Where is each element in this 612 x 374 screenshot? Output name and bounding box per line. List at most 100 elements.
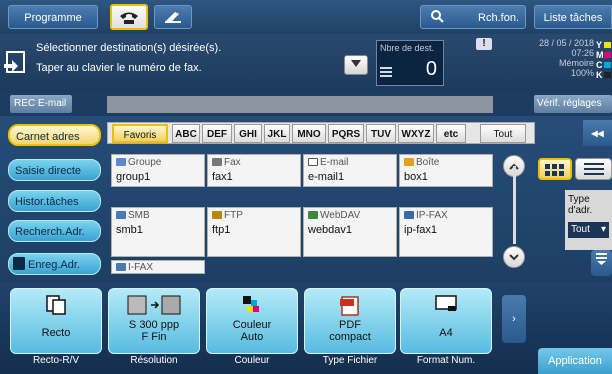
tab-pqrs[interactable]: PQRS: [328, 124, 364, 143]
chevron-down-icon: ▾: [600, 224, 606, 235]
nav-register-address-label: Enreg.Adr.: [28, 259, 80, 271]
address-card-smb1[interactable]: SMB smb1: [111, 207, 205, 257]
color-label: Couleur: [234, 355, 270, 366]
scan-size-button[interactable]: A4: [400, 288, 492, 354]
next-functions-button[interactable]: ›: [502, 295, 526, 343]
fax-icon: [212, 158, 222, 166]
duplex-button[interactable]: Recto: [10, 288, 102, 354]
card-name: group1: [116, 171, 151, 183]
tab-tout[interactable]: Tout: [480, 124, 526, 143]
file-type-value: PDF compact: [329, 319, 371, 343]
duplex-value: Recto: [41, 327, 71, 339]
color-value: Couleur Auto: [232, 319, 272, 343]
toner-letter: K: [596, 70, 603, 80]
ftp-icon: [212, 211, 222, 219]
instruction-line-2: Taper au clavier le numéro de fax.: [36, 62, 202, 74]
toner-level-bar: [604, 52, 611, 58]
card-type: Boîte: [416, 157, 440, 168]
toner-indicator: C: [596, 60, 611, 70]
collapse-panel-button[interactable]: ◂◂: [583, 120, 612, 146]
address-card-ftp1[interactable]: FTP ftp1: [207, 207, 301, 257]
address-card-fax1[interactable]: Fax fax1: [207, 154, 301, 187]
programme-button[interactable]: Programme: [8, 5, 98, 29]
fax-mode-tab[interactable]: [110, 4, 148, 30]
address-card-group1[interactable]: Groupe group1: [111, 154, 205, 187]
address-card-ifax[interactable]: I-FAX: [111, 260, 205, 274]
box-icon: [404, 158, 414, 166]
toner-indicator: M: [596, 50, 611, 60]
address-type-filter[interactable]: Type d'adr. Tout ▾: [565, 190, 612, 250]
ip-fax-icon: [404, 211, 414, 219]
card-name: webdav1: [308, 224, 353, 236]
color-icon: [243, 296, 259, 312]
resolution-button[interactable]: S 300 ppp F Fin: [108, 288, 200, 354]
scanner-icon: [165, 12, 181, 23]
card-name: e-mail1: [308, 171, 345, 183]
tab-wxyz[interactable]: WXYZ: [398, 124, 434, 143]
destination-entry-field[interactable]: [107, 96, 493, 113]
paper-size-icon: [435, 295, 457, 311]
address-card-ipfax1[interactable]: IP-FAX ip-fax1: [399, 207, 493, 257]
nav-job-history[interactable]: Histor.tâches: [8, 190, 101, 212]
grid-view-button[interactable]: [538, 158, 572, 180]
list-view-icon: [584, 163, 604, 175]
list-view-button[interactable]: [575, 158, 612, 180]
register-icon: [13, 257, 25, 270]
application-button[interactable]: Application: [538, 348, 612, 374]
tab-favoris[interactable]: Favoris: [112, 124, 168, 143]
card-name: ftp1: [212, 224, 231, 236]
card-type: I-FAX: [128, 262, 154, 273]
card-type: FTP: [224, 210, 243, 221]
grid-icon: [545, 164, 564, 176]
tab-etc[interactable]: etc: [436, 124, 466, 143]
chevron-down-icon: [351, 60, 361, 67]
scrollbar-track[interactable]: [513, 166, 516, 244]
verify-settings-button[interactable]: Vérif. réglages: [534, 95, 612, 113]
tab-mno[interactable]: MNO: [292, 124, 326, 143]
address-card-box1[interactable]: Boîte box1: [399, 154, 493, 187]
nav-address-book[interactable]: Carnet adres: [8, 124, 101, 146]
alert-icon[interactable]: !: [476, 38, 492, 50]
address-card-webdav1[interactable]: WebDAV webdav1: [303, 207, 397, 257]
card-name: ip-fax1: [404, 224, 438, 236]
card-type: IP-FAX: [416, 210, 448, 221]
webdav-icon: [308, 211, 318, 219]
scan-size-label: Format Num.: [416, 355, 476, 366]
scan-mode-tab[interactable]: [154, 5, 192, 29]
panel-menu-button[interactable]: [591, 250, 612, 276]
address-card-email1[interactable]: E-mail e-mail1: [303, 154, 397, 187]
tab-jkl[interactable]: JKL: [264, 124, 290, 143]
toner-indicator: Y: [596, 40, 611, 50]
resolution-icon: [127, 295, 181, 315]
file-type-label: Type Fichier: [322, 355, 378, 366]
chevron-down-icon: [509, 254, 519, 261]
rec-email-button[interactable]: REC E-mail: [10, 95, 72, 113]
resolution-value: S 300 ppp F Fin: [128, 319, 180, 343]
address-type-value: Tout: [571, 224, 590, 235]
instruction-line-1: Sélectionner destination(s) désirée(s).: [36, 42, 222, 54]
tab-ghi[interactable]: GHI: [234, 124, 262, 143]
destination-count-value: 0: [425, 58, 437, 80]
card-name: smb1: [116, 224, 143, 236]
toner-letter: C: [596, 60, 603, 70]
scroll-down-button[interactable]: [503, 246, 525, 268]
tab-def[interactable]: DEF: [202, 124, 232, 143]
nav-register-address[interactable]: Enreg.Adr.: [8, 253, 101, 275]
memory-value: 100%: [570, 68, 594, 78]
tab-abc[interactable]: ABC: [172, 124, 200, 143]
double-chevron-left-icon: ◂◂: [591, 126, 604, 140]
nav-direct-input[interactable]: Saisie directe: [8, 159, 101, 181]
toner-level-bar: [604, 62, 611, 68]
search-icon: [431, 6, 444, 30]
file-type-button[interactable]: PDF compact: [304, 288, 396, 354]
tab-tuv[interactable]: TUV: [366, 124, 396, 143]
address-type-select[interactable]: Tout ▾: [568, 222, 609, 238]
destination-dropdown-button[interactable]: [344, 55, 368, 75]
search-label: Rch.fon.: [478, 12, 519, 24]
search-button[interactable]: Rch.fon.: [420, 5, 526, 29]
card-type: WebDAV: [320, 210, 361, 221]
toner-level-bar: [604, 72, 611, 78]
color-button[interactable]: Couleur Auto: [206, 288, 298, 354]
nav-address-search[interactable]: Recherch.Adr.: [8, 220, 101, 242]
job-list-button[interactable]: Liste tâches: [534, 5, 612, 29]
